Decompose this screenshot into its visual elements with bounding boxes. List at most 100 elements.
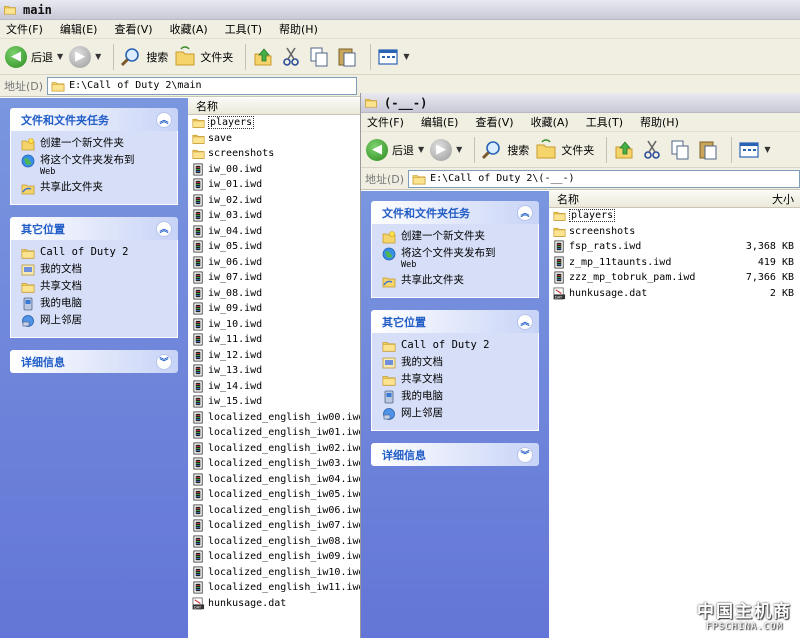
copy-button[interactable] xyxy=(669,136,691,164)
column-header-name[interactable]: 名称 xyxy=(188,98,360,115)
file-row[interactable]: localized_english_iw04.iwd xyxy=(188,472,365,488)
address-input[interactable]: E:\Call of Duty 2\(-__-) xyxy=(408,169,800,188)
file-row[interactable]: iw_08.iwd xyxy=(188,286,360,302)
places-panel-header[interactable]: 其它位置 ︽ xyxy=(371,310,539,333)
menu-view[interactable]: 查看(V) xyxy=(475,114,513,130)
place-my-documents[interactable]: 我的文档 xyxy=(382,356,532,370)
file-row[interactable]: z_mp_11taunts.iwd 419 KB xyxy=(549,255,800,271)
file-row[interactable]: hunkusage.dat 2 KB xyxy=(549,286,800,302)
menu-favorites[interactable]: 收藏(A) xyxy=(531,114,569,130)
search-button[interactable]: 搜索 xyxy=(481,136,529,164)
cut-button[interactable] xyxy=(280,43,302,71)
title-bar[interactable]: main xyxy=(0,0,800,20)
file-row[interactable]: iw_13.iwd xyxy=(188,363,360,379)
back-button[interactable]: ◀ 后退 ▼ xyxy=(5,43,63,71)
place-my-computer[interactable]: 我的电脑 xyxy=(21,297,171,311)
cut-button[interactable] xyxy=(641,136,663,164)
forward-button[interactable]: ▶ ▼ xyxy=(430,136,462,164)
place-call-of-duty-2[interactable]: Call of Duty 2 xyxy=(21,246,171,260)
file-row[interactable]: iw_12.iwd xyxy=(188,348,360,364)
file-row[interactable]: fsp_rats.iwd 3,368 KB xyxy=(549,239,800,255)
file-row[interactable]: iw_04.iwd xyxy=(188,224,360,240)
file-row[interactable]: localized_english_iw10.iwd xyxy=(188,565,365,581)
menu-tools[interactable]: 工具(T) xyxy=(586,114,623,130)
dropdown-arrow-icon[interactable]: ▼ xyxy=(764,145,770,154)
file-row[interactable]: iw_02.iwd xyxy=(188,193,360,209)
back-button[interactable]: ◀ 后退 ▼ xyxy=(366,136,424,164)
menu-file[interactable]: 文件(F) xyxy=(367,114,404,130)
file-row[interactable]: hunkusage.dat xyxy=(188,596,360,612)
folders-button[interactable]: 文件夹 xyxy=(535,136,594,164)
file-row[interactable]: iw_00.iwd xyxy=(188,162,360,178)
details-panel-header[interactable]: 详细信息 ︾ xyxy=(371,443,539,466)
file-row[interactable]: iw_11.iwd xyxy=(188,332,360,348)
file-row[interactable]: save xyxy=(188,131,360,147)
task-new-folder[interactable]: 创建一个新文件夹 xyxy=(382,230,532,244)
file-row[interactable]: screenshots xyxy=(549,224,800,240)
menu-help[interactable]: 帮助(H) xyxy=(279,21,318,37)
copy-button[interactable] xyxy=(308,43,330,71)
file-row[interactable]: localized_english_iw00.iwd xyxy=(188,410,365,426)
file-row[interactable]: players xyxy=(188,115,360,131)
place-network[interactable]: 网上邻居 xyxy=(21,314,171,328)
file-row[interactable]: localized_english_iw09.iwd xyxy=(188,549,365,565)
file-row[interactable]: iw_01.iwd xyxy=(188,177,360,193)
file-row[interactable]: iw_05.iwd xyxy=(188,239,360,255)
place-network[interactable]: 网上邻居 xyxy=(382,407,532,421)
file-row[interactable]: localized_english_iw01.iwd xyxy=(188,425,365,441)
file-row[interactable]: iw_09.iwd xyxy=(188,301,360,317)
collapse-chevron-icon[interactable]: ︽ xyxy=(156,220,172,237)
file-row[interactable]: localized_english_iw08.iwd xyxy=(188,534,365,550)
title-bar[interactable]: (-__-) xyxy=(361,93,800,113)
place-my-documents[interactable]: 我的文档 xyxy=(21,263,171,277)
column-header-name[interactable]: 名称 xyxy=(557,191,579,207)
file-row[interactable]: localized_english_iw11.iwd xyxy=(188,580,365,596)
menu-edit[interactable]: 编辑(E) xyxy=(421,114,459,130)
expand-chevron-icon[interactable]: ︾ xyxy=(517,446,533,463)
file-row[interactable]: localized_english_iw03.iwd xyxy=(188,456,365,472)
place-call-of-duty-2[interactable]: Call of Duty 2 xyxy=(382,339,532,353)
file-row[interactable]: localized_english_iw02.iwd xyxy=(188,441,365,457)
details-panel-header[interactable]: 详细信息 ︾ xyxy=(10,350,178,373)
collapse-chevron-icon[interactable]: ︽ xyxy=(517,204,533,221)
file-row[interactable]: localized_english_iw06.iwd xyxy=(188,503,365,519)
up-button[interactable] xyxy=(613,136,635,164)
file-row[interactable]: localized_english_iw05.iwd xyxy=(188,487,365,503)
file-row[interactable]: iw_15.iwd xyxy=(188,394,360,410)
task-share-folder[interactable]: 共享此文件夹 xyxy=(21,181,171,195)
place-shared-documents[interactable]: 共享文档 xyxy=(21,280,171,294)
expand-chevron-icon[interactable]: ︾ xyxy=(156,353,172,370)
file-row[interactable]: screenshots xyxy=(188,146,360,162)
search-button[interactable]: 搜索 xyxy=(120,43,168,71)
menu-favorites[interactable]: 收藏(A) xyxy=(170,21,208,37)
tasks-panel-header[interactable]: 文件和文件夹任务 ︽ xyxy=(371,201,539,224)
paste-button[interactable] xyxy=(336,43,358,71)
file-row[interactable]: iw_10.iwd xyxy=(188,317,360,333)
dropdown-arrow-icon[interactable]: ▼ xyxy=(403,52,409,61)
place-shared-documents[interactable]: 共享文档 xyxy=(382,373,532,387)
menu-edit[interactable]: 编辑(E) xyxy=(60,21,98,37)
menu-tools[interactable]: 工具(T) xyxy=(225,21,262,37)
file-row[interactable]: players xyxy=(549,208,800,224)
folders-button[interactable]: 文件夹 xyxy=(174,43,233,71)
places-panel-header[interactable]: 其它位置 ︽ xyxy=(10,217,178,240)
up-button[interactable] xyxy=(252,43,274,71)
task-new-folder[interactable]: 创建一个新文件夹 xyxy=(21,137,171,151)
file-row[interactable]: iw_06.iwd xyxy=(188,255,360,271)
tasks-panel-header[interactable]: 文件和文件夹任务 ︽ xyxy=(10,108,178,131)
column-header-size[interactable]: 大小 xyxy=(772,191,794,207)
forward-button[interactable]: ▶ ▼ xyxy=(69,43,101,71)
menu-help[interactable]: 帮助(H) xyxy=(640,114,679,130)
address-input[interactable]: E:\Call of Duty 2\main xyxy=(47,76,358,95)
collapse-chevron-icon[interactable]: ︽ xyxy=(517,313,533,330)
collapse-chevron-icon[interactable]: ︽ xyxy=(156,111,172,128)
task-publish-web[interactable]: 将这个文件夹发布到 Web xyxy=(382,247,532,271)
menu-file[interactable]: 文件(F) xyxy=(6,21,43,37)
file-row[interactable]: zzz_mp_tobruk_pam.iwd 7,366 KB xyxy=(549,270,800,286)
task-share-folder[interactable]: 共享此文件夹 xyxy=(382,274,532,288)
place-my-computer[interactable]: 我的电脑 xyxy=(382,390,532,404)
file-row[interactable]: iw_03.iwd xyxy=(188,208,360,224)
dropdown-arrow-icon[interactable]: ▼ xyxy=(418,145,424,154)
dropdown-arrow-icon[interactable]: ▼ xyxy=(456,145,462,154)
file-row[interactable]: iw_07.iwd xyxy=(188,270,360,286)
